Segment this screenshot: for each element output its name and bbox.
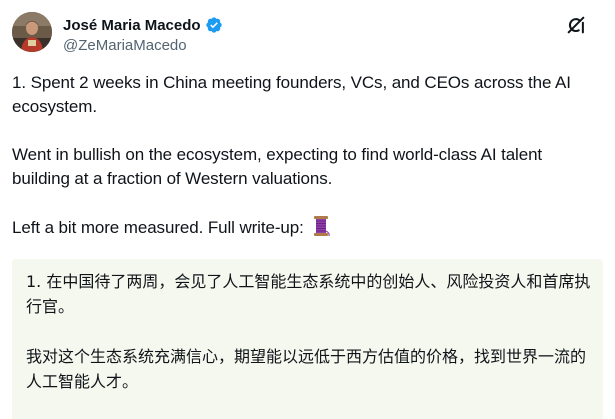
translation-block: 1. 在中国待了两周，会见了人工智能生态系统中的创始人、风险投资人和首席执行官。… (12, 259, 603, 419)
translation-paragraph: 我对这个生态系统充满信心，期望能以远低于西方估值的价格，找到世界一流的人工智能人… (26, 347, 587, 391)
translation-paragraph: 1. 在中国待了两周，会见了人工智能生态系统中的创始人、风险投资人和首席执行官。 (26, 272, 591, 316)
avatar[interactable] (12, 12, 52, 52)
tweet-card: José Maria Macedo @ZeMariaMacedo 1. Spen… (0, 0, 615, 419)
grok-icon[interactable] (565, 14, 587, 36)
tweet-paragraph-text: Left a bit more measured. Full write-up: (12, 218, 309, 237)
author-name-row: José Maria Macedo (63, 15, 223, 35)
author-display-name[interactable]: José Maria Macedo (63, 17, 201, 34)
tweet-text: 1. Spent 2 weeks in China meeting founde… (12, 71, 602, 240)
tweet-paragraph-last: Left a bit more measured. Full write-up: (12, 215, 602, 240)
tweet-paragraph: Went in bullish on the ecosystem, expect… (12, 145, 543, 188)
translation-text: 1. 在中国待了两周，会见了人工智能生态系统中的创始人、风险投资人和首席执行官。… (26, 269, 591, 419)
tweet-paragraph: 1. Spent 2 weeks in China meeting founde… (12, 73, 571, 116)
author-handle[interactable]: @ZeMariaMacedo (63, 37, 187, 54)
verified-badge-icon (205, 16, 223, 34)
spool-of-thread-emoji-icon (311, 215, 331, 237)
